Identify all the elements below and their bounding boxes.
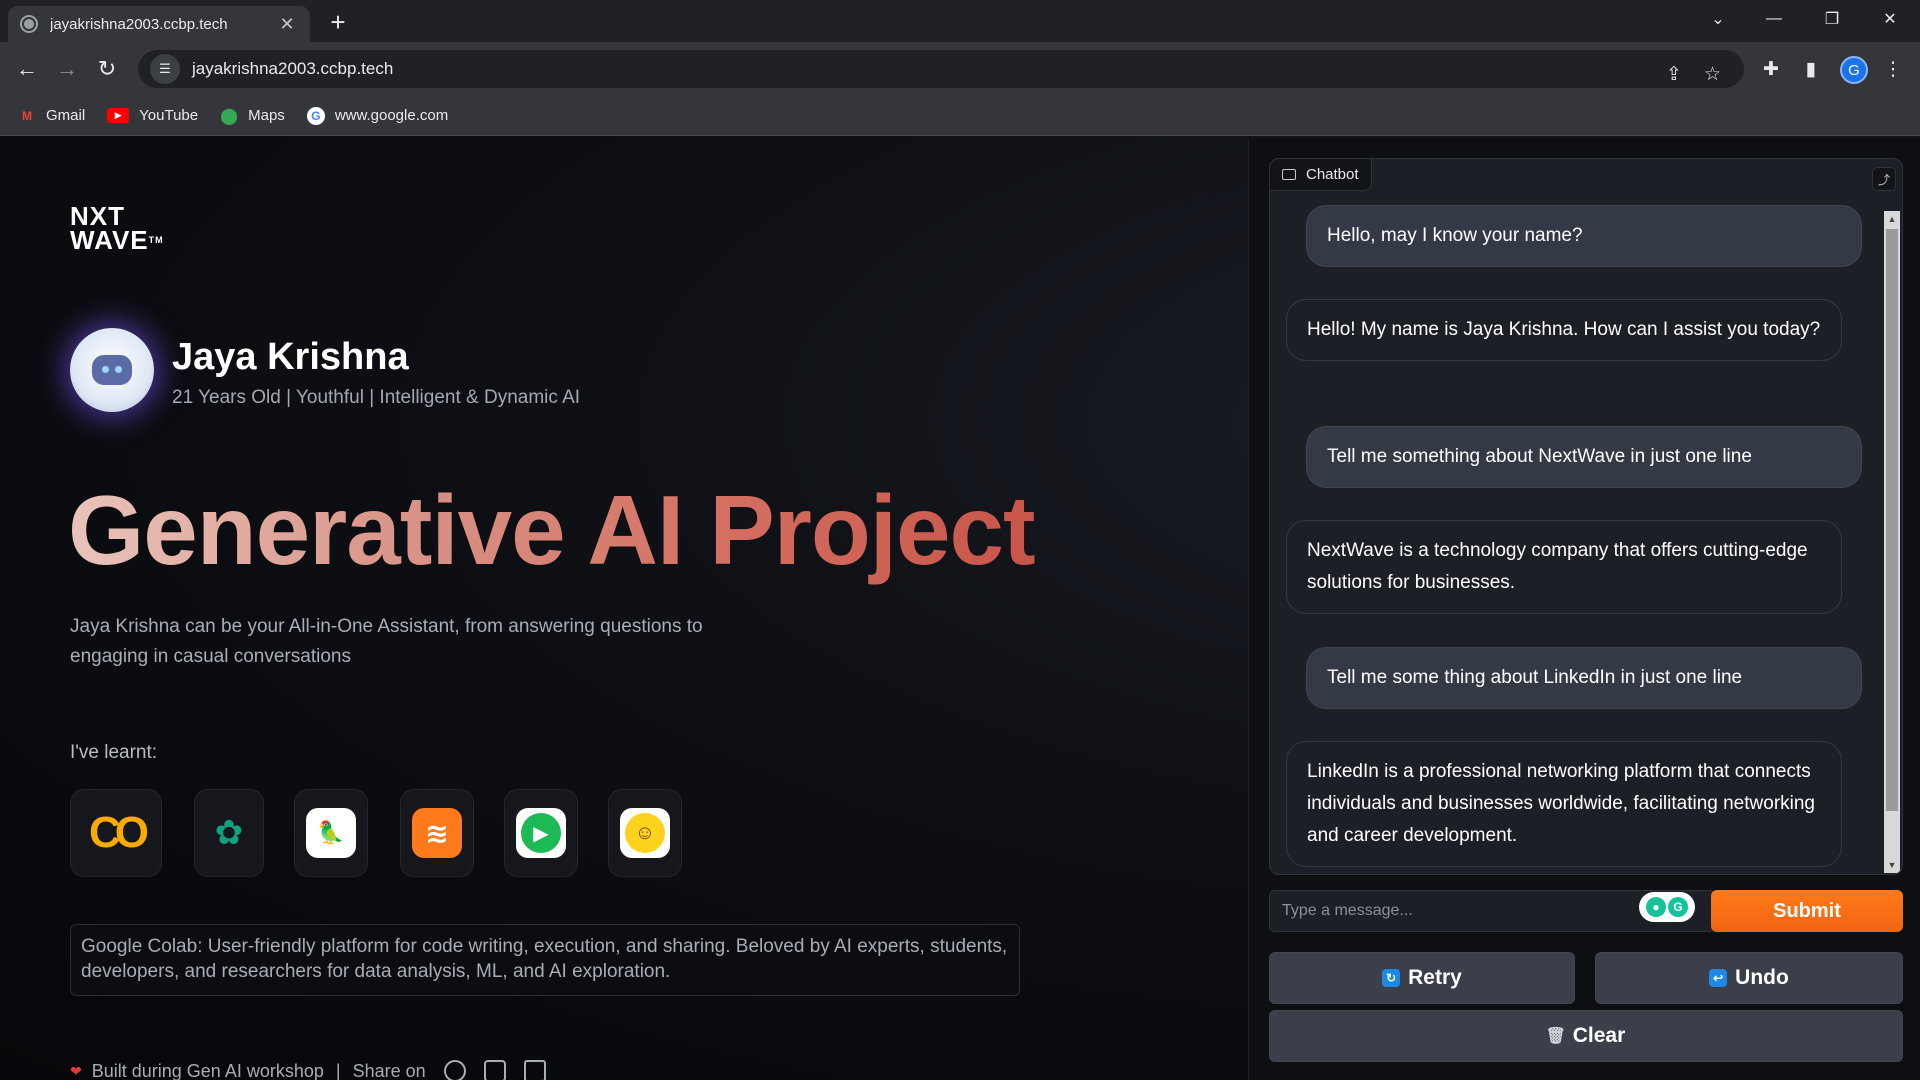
tool-description: Google Colab: User-friendly platform for… xyxy=(70,924,1020,996)
globe-icon xyxy=(20,15,38,33)
minimize-icon[interactable]: — xyxy=(1746,0,1802,38)
profile-avatar[interactable]: G xyxy=(1840,56,1868,84)
huggingface-icon: ☺ xyxy=(620,808,670,858)
google-icon: G xyxy=(306,106,325,125)
colab-icon: CO xyxy=(89,808,149,857)
footer-divider: | xyxy=(335,1060,341,1080)
undo-icon: ↩ xyxy=(1709,969,1728,987)
message-input-row: ●G Submit xyxy=(1269,890,1903,934)
share-icon[interactable]: ⤴ xyxy=(1872,167,1896,191)
chatbot-label-text: Chatbot xyxy=(1306,166,1359,183)
bookmark-gmail[interactable]: M Gmail xyxy=(18,107,85,125)
twitter-icon[interactable] xyxy=(483,1060,506,1080)
menu-icon[interactable]: ⋮ xyxy=(1878,54,1908,84)
submit-button[interactable]: Submit xyxy=(1711,890,1903,932)
browser-tabstrip: jayakrishna2003.ccbp.tech ✕ + ⌄ — ❐ ✕ xyxy=(0,0,1920,42)
tab-search-icon[interactable]: ⌄ xyxy=(1690,0,1746,38)
page-title: Generative AI Project xyxy=(68,475,1036,585)
back-icon[interactable]: ← xyxy=(12,54,42,84)
extensions-icon[interactable]: ✚ xyxy=(1756,54,1786,84)
scroll-down-icon[interactable]: ▼ xyxy=(1884,857,1900,873)
logo-tm: TM xyxy=(148,235,164,245)
restore-icon[interactable]: ❐ xyxy=(1804,0,1860,38)
footer: ❤ Built during Gen AI workshop | Share o… xyxy=(70,1060,546,1080)
chatbot-label: Chatbot xyxy=(1270,159,1372,191)
bookmarks-bar: M Gmail ▶ YouTube ⬤ Maps G www.google.co… xyxy=(0,96,1920,136)
tool-langchain[interactable]: 🦜 xyxy=(294,789,368,877)
tool-chatgpt[interactable]: ✿ xyxy=(194,789,264,877)
chat-message-user: Hello, may I know your name? xyxy=(1306,205,1862,267)
grammarly-icon[interactable]: ● G xyxy=(1639,892,1695,922)
tool-stack[interactable]: ≋ xyxy=(400,789,474,877)
chat-message-bot: NextWave is a technology company that of… xyxy=(1286,520,1842,614)
tool-huggingface[interactable]: ☺ xyxy=(608,789,682,877)
clear-button[interactable]: 🗑 Clear xyxy=(1269,1010,1903,1062)
chat-message-user: Tell me some thing about LinkedIn in jus… xyxy=(1306,647,1862,709)
chat-message-bot: LinkedIn is a professional networking pl… xyxy=(1286,741,1842,867)
bot-avatar xyxy=(70,328,154,412)
hero-description: Jaya Krishna can be your All-in-One Assi… xyxy=(70,616,703,667)
retry-button[interactable]: ↻ Retry xyxy=(1269,952,1575,1004)
tool-colab[interactable]: CO xyxy=(70,789,162,877)
chat-panel: Chatbot ⤴ Hello, may I know your name? H… xyxy=(1248,138,1920,1080)
youtube-icon: ▶ xyxy=(107,108,130,123)
maps-icon: ⬤ xyxy=(220,107,239,125)
heart-icon: ❤ xyxy=(70,1062,82,1079)
url-text[interactable]: jayakrishna2003.ccbp.tech xyxy=(192,59,393,79)
stack-icon: ≋ xyxy=(412,808,462,858)
tool-play[interactable]: ▶ xyxy=(504,789,578,877)
bookmark-star-icon[interactable]: ☆ xyxy=(1704,63,1721,86)
new-tab-button[interactable]: + xyxy=(322,8,354,38)
close-window-icon[interactable]: ✕ xyxy=(1862,0,1918,38)
scroll-up-icon[interactable]: ▲ xyxy=(1884,211,1900,227)
play-icon: ▶ xyxy=(516,808,566,858)
bookmark-google[interactable]: G www.google.com xyxy=(306,106,449,125)
chat-message-bot: Hello! My name is Jaya Krishna. How can … xyxy=(1286,299,1842,361)
retry-icon: ↻ xyxy=(1382,969,1401,987)
retry-label: Retry xyxy=(1408,966,1462,989)
linkedin-icon[interactable] xyxy=(523,1060,546,1080)
close-tab-icon[interactable]: ✕ xyxy=(276,14,298,35)
scrollbar-thumb[interactable] xyxy=(1886,229,1898,811)
bookmark-label: Gmail xyxy=(46,107,86,124)
share-page-icon[interactable]: ⇪ xyxy=(1666,63,1682,86)
bookmark-label: www.google.com xyxy=(334,107,449,124)
footer-share-label: Share on xyxy=(352,1060,426,1080)
forward-icon[interactable]: → xyxy=(52,54,82,84)
whatsapp-icon[interactable] xyxy=(443,1060,466,1080)
chat-scrollbar[interactable]: ▲ ▼ xyxy=(1884,211,1900,873)
side-panel-icon[interactable]: ▮ xyxy=(1796,54,1826,84)
undo-label: Undo xyxy=(1735,966,1789,989)
chat-bubble-icon xyxy=(1282,169,1296,180)
bookmark-youtube[interactable]: ▶ YouTube xyxy=(107,107,198,124)
footer-text: Built during Gen AI workshop xyxy=(91,1060,324,1080)
tab-title: jayakrishna2003.ccbp.tech xyxy=(50,15,228,33)
nxtwave-logo: NXT WAVETM xyxy=(70,203,164,255)
clear-label: Clear xyxy=(1572,1024,1626,1047)
browser-toolbar: ← → ↻ ☰ jayakrishna2003.ccbp.tech ⇪ ☆ ✚ … xyxy=(0,42,1920,96)
logo-line2: WAVE xyxy=(70,225,149,255)
undo-button[interactable]: ↩ Undo xyxy=(1595,952,1903,1004)
robot-icon xyxy=(92,355,132,385)
page: NXT WAVETM Jaya Krishna 21 Years Old | Y… xyxy=(0,136,1920,1080)
openai-icon: ✿ xyxy=(214,814,244,852)
reload-icon[interactable]: ↻ xyxy=(92,54,122,84)
trash-icon: 🗑 xyxy=(1545,1028,1566,1045)
browser-tab[interactable]: jayakrishna2003.ccbp.tech ✕ xyxy=(8,6,310,42)
langchain-icon: 🦜 xyxy=(306,808,356,858)
chatbot-window: Chatbot ⤴ Hello, may I know your name? H… xyxy=(1269,158,1903,875)
bot-name: Jaya Krishna xyxy=(172,336,409,378)
site-info-icon[interactable]: ☰ xyxy=(150,54,180,84)
bookmark-maps[interactable]: ⬤ Maps xyxy=(220,107,285,125)
chat-message-user: Tell me something about NextWave in just… xyxy=(1306,426,1862,488)
address-bar[interactable]: ☰ jayakrishna2003.ccbp.tech ⇪ ☆ xyxy=(138,50,1744,88)
bookmark-label: YouTube xyxy=(139,107,199,124)
bookmark-label: Maps xyxy=(248,107,285,124)
gmail-icon: M xyxy=(22,108,32,123)
learnt-label: I've learnt: xyxy=(70,742,158,763)
bot-tagline: 21 Years Old | Youthful | Intelligent & … xyxy=(172,387,581,408)
